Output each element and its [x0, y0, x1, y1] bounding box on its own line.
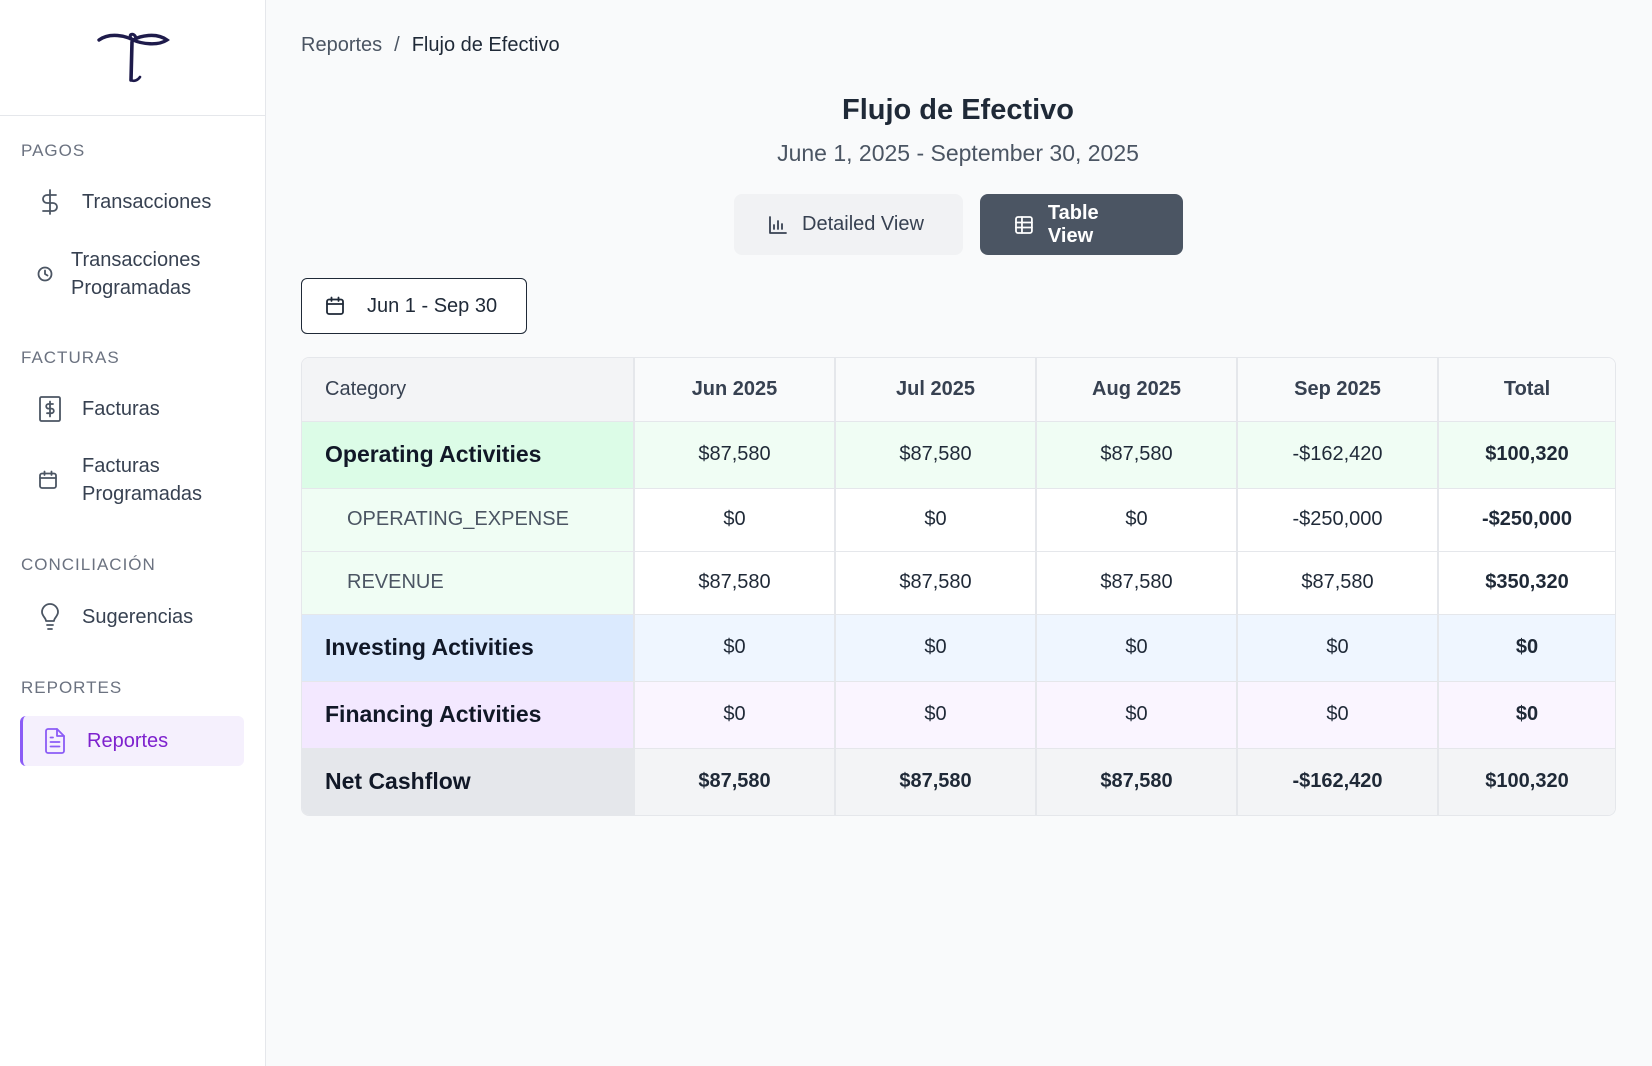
clock-icon [37, 266, 55, 282]
sidebar-item-label: Transacciones Programadas [71, 249, 201, 299]
row-total: $350,320 [1438, 551, 1615, 615]
table-cell: -$162,420 [1237, 421, 1439, 489]
table-cell: $0 [1237, 681, 1439, 749]
column-header: Jul 2025 [835, 358, 1037, 422]
table-cell: $0 [1237, 614, 1439, 682]
section-label-pagos: PAGOS [21, 141, 86, 160]
column-header: Sep 2025 [1237, 358, 1439, 422]
table-row-financing-activities: Financing Activities $0 $0 $0 $0 $0 [302, 681, 1615, 749]
lightbulb-icon [38, 603, 66, 631]
detailed-view-button[interactable]: Detailed View [734, 194, 963, 255]
table-cell: $87,580 [634, 551, 836, 615]
row-category: Investing Activities [302, 614, 635, 682]
table-row-investing-activities: Investing Activities $0 $0 $0 $0 $0 [302, 614, 1615, 682]
sidebar-item-label: Sugerencias [82, 606, 194, 628]
breadcrumb-current: Flujo de Efectivo [411, 34, 560, 56]
file-text-icon [43, 727, 71, 755]
column-header: Total [1438, 358, 1615, 422]
sidebar-item-transacciones-programadas[interactable]: Transacciones Programadas [0, 246, 266, 302]
table-cell: -$250,000 [1237, 488, 1439, 552]
breadcrumb-link-reportes[interactable]: Reportes [301, 34, 382, 56]
section-label-reportes: REPORTES [21, 678, 123, 697]
sidebar-item-label: Facturas [82, 398, 160, 420]
table-cell: $0 [634, 614, 836, 682]
sidebar-item-label: Transacciones [82, 191, 212, 213]
table-view-label: Table View [1047, 201, 1099, 247]
table-icon [1015, 215, 1033, 234]
sidebar-item-facturas-programadas[interactable]: Facturas Programadas [0, 452, 266, 508]
table-row-revenue: REVENUE $87,580 $87,580 $87,580 $87,580 … [302, 551, 1615, 615]
table-cell: $0 [835, 614, 1037, 682]
table-row-operating-expense: OPERATING_EXPENSE $0 $0 $0 -$250,000 -$2… [302, 488, 1615, 552]
table-cell: $0 [835, 488, 1037, 552]
table-cell: $87,580 [1036, 748, 1238, 815]
sidebar-item-facturas[interactable]: Facturas [0, 395, 266, 423]
table-row-operating-activities: Operating Activities $87,580 $87,580 $87… [302, 421, 1615, 489]
receipt-icon [38, 395, 66, 423]
table-row-net-cashflow: Net Cashflow $87,580 $87,580 $87,580 -$1… [302, 748, 1615, 815]
page-subtitle: June 1, 2025 - September 30, 2025 [777, 140, 1139, 166]
table-view-button[interactable]: Table View [980, 194, 1183, 255]
view-toggle: Detailed View Table View [734, 194, 1183, 255]
calendar-icon [326, 296, 344, 315]
sidebar-item-sugerencias[interactable]: Sugerencias [0, 603, 266, 631]
row-category: REVENUE [302, 551, 635, 615]
bar-chart-icon [769, 215, 787, 234]
row-total: $0 [1438, 681, 1615, 749]
table-cell: $87,580 [835, 748, 1037, 815]
cashflow-table: Category Jun 2025 Jul 2025 Aug 2025 Sep … [301, 357, 1616, 816]
sidebar-item-transacciones[interactable]: Transacciones [0, 188, 266, 216]
table-cell: $87,580 [835, 551, 1037, 615]
row-category: Financing Activities [302, 681, 635, 749]
table-header-row: Category Jun 2025 Jul 2025 Aug 2025 Sep … [302, 358, 1615, 422]
table-cell: $0 [1036, 614, 1238, 682]
column-header: Jun 2025 [634, 358, 836, 422]
table-cell: $87,580 [634, 421, 836, 489]
table-cell: $87,580 [634, 748, 836, 815]
table-cell: $0 [634, 488, 836, 552]
table-cell: $87,580 [1036, 421, 1238, 489]
table-cell: $0 [835, 681, 1037, 749]
row-category: Operating Activities [302, 421, 635, 489]
logo-icon [96, 32, 170, 82]
date-range-picker[interactable]: Jun 1 - Sep 30 [301, 278, 527, 334]
breadcrumb: Reportes / Flujo de Efectivo [301, 34, 560, 57]
table-cell: $87,580 [835, 421, 1037, 489]
date-range-label: Jun 1 - Sep 30 [367, 294, 498, 317]
sidebar-item-label: Facturas Programadas [82, 455, 203, 505]
main-content: Reportes / Flujo de Efectivo Flujo de Efec… [267, 0, 1652, 1066]
section-label-facturas: FACTURAS [21, 348, 120, 367]
page-title: Flujo de Efectivo [841, 94, 1075, 126]
dollar-icon [38, 188, 66, 216]
sidebar-item-label: Reportes [87, 730, 169, 752]
table-cell: -$162,420 [1237, 748, 1439, 815]
table-cell: $87,580 [1036, 551, 1238, 615]
detailed-view-label: Detailed View [802, 213, 924, 235]
table-cell: $0 [1036, 681, 1238, 749]
row-total: -$250,000 [1438, 488, 1615, 552]
table-cell: $0 [634, 681, 836, 749]
table-cell: $87,580 [1237, 551, 1439, 615]
calendar-icon [38, 470, 66, 490]
table-cell: $0 [1036, 488, 1238, 552]
row-category: OPERATING_EXPENSE [302, 488, 635, 552]
row-category: Net Cashflow [302, 748, 635, 815]
sidebar-item-reportes[interactable]: Reportes [20, 716, 244, 766]
row-total: $100,320 [1438, 421, 1615, 489]
logo[interactable] [0, 0, 265, 116]
row-total: $0 [1438, 614, 1615, 682]
column-header: Aug 2025 [1036, 358, 1238, 422]
row-total: $100,320 [1438, 748, 1615, 815]
breadcrumb-separator: / [394, 34, 400, 56]
section-label-conciliacion: CONCILIACIÓN [21, 555, 156, 574]
column-header: Category [302, 358, 635, 422]
sidebar: PAGOS Transacciones Transacciones Progra… [0, 0, 266, 1066]
